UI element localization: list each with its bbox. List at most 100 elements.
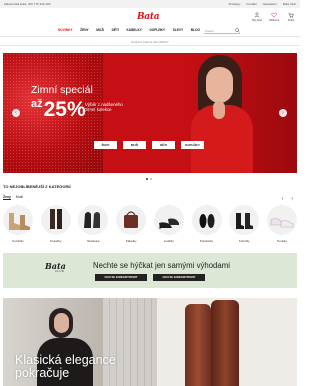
pump-icon [158, 218, 179, 229]
categories-heading: TO NEJOBLÍBENĚJŠÍ Z KATEGORIÍ [3, 184, 71, 189]
club-headline: Nechte se hýčkat jen samými výhodami [93, 261, 230, 270]
promo-model-face [54, 313, 69, 333]
tall-boot-icon [49, 209, 62, 229]
nav-item-new[interactable]: NOVINKY [58, 26, 73, 35]
chevron-right-icon[interactable]: › [279, 109, 287, 117]
category-label: Kotníkly [238, 239, 250, 243]
category-list: Kotníčky Kozačky Rukavice Kabelky Lodičk… [3, 205, 297, 243]
club-register-button[interactable]: CHCI SE ZAREGISTROVAT [95, 274, 147, 281]
top-bar: Zákaznická linka: 420 770 100 100 Prodej… [0, 0, 300, 8]
club-buttons: CHCI SE ZAREGISTROVAT CHCI SE ZAREGISTRO… [95, 274, 205, 281]
category-thumb [191, 205, 222, 235]
category-item[interactable]: Polobotky [191, 205, 222, 243]
category-item[interactable]: Kabelky [116, 205, 147, 243]
hero-discount: až25% [31, 98, 86, 122]
brown-boot [185, 304, 211, 386]
hotline-text: Zákaznická linka: 420 770 100 100 [4, 2, 51, 6]
bata-logo[interactable]: Bata [137, 12, 160, 22]
classic-elegance-banner[interactable]: Klasická elegance pokračuje [3, 298, 297, 386]
carousel-dot[interactable] [146, 178, 148, 180]
shipping-banner[interactable]: Doprava zdarma nad 1499 Kč [0, 36, 300, 46]
cart-icon [288, 12, 294, 18]
top-link-contact[interactable]: Kontakt [246, 0, 256, 8]
promo-title: Klasická elegance pokračuje [15, 353, 116, 380]
nav-item-men[interactable]: MUŽI [96, 26, 104, 35]
top-link-stores[interactable]: Prodejny [229, 0, 241, 8]
category-item[interactable]: Kozačky [40, 205, 71, 243]
ankle-boot-icon [9, 213, 30, 230]
search-placeholder: Hledat [205, 28, 214, 33]
hero-button-men[interactable]: MUŽI [123, 141, 146, 149]
club-register-button-2[interactable]: CHCI SE ZAREGISTROVAT [153, 274, 205, 281]
category-label: Kabelky [125, 239, 137, 243]
carousel-dot[interactable] [150, 178, 152, 180]
shoe-icon [199, 214, 215, 228]
category-item[interactable]: Kotníkly [229, 205, 260, 243]
tab-men[interactable]: Muži [16, 195, 23, 199]
user-icon [254, 12, 260, 18]
account-button[interactable]: Můj účet [251, 12, 263, 22]
category-item[interactable]: Lodičky [153, 205, 184, 243]
category-label: Kozačky [50, 239, 62, 243]
category-thumb [3, 205, 33, 235]
category-arrows: ‹ › [282, 196, 293, 202]
header-icons: Můj účet Oblíbené Košík [251, 12, 297, 22]
hero-discount-value: 25% [43, 98, 86, 121]
category-thumb [78, 205, 109, 235]
nav-item-sale[interactable]: SLEVY [173, 26, 183, 35]
top-links: Prodejny Kontakt Newsletter Bata Club [229, 0, 296, 8]
category-thumb [40, 205, 71, 235]
cart-button[interactable]: Košík [285, 12, 297, 22]
chevron-right-icon[interactable]: › [291, 196, 293, 202]
category-item[interactable]: Kotníčky [3, 205, 33, 243]
chelsea-boot-icon [236, 213, 254, 229]
hero-subtitle: Výběr z nadšeného zimní kolekce [85, 102, 123, 113]
category-label: Polobotky [199, 239, 214, 243]
account-label: Můj účet [252, 19, 262, 22]
search-icon[interactable] [235, 28, 240, 33]
hero-button-women[interactable]: ŽENY [94, 141, 117, 149]
category-label: Kotníčky [12, 239, 24, 243]
top-link-newsletter[interactable]: Newsletter [263, 0, 277, 8]
category-thumb [116, 205, 147, 235]
sneaker-icon [270, 218, 294, 228]
gloves-icon [84, 212, 101, 228]
hero-buttons: ŽENY MUŽI DĚTI DOPLŇKY [94, 141, 204, 149]
carousel-dots [146, 178, 152, 180]
handbag-icon [124, 211, 139, 228]
nav-item-bags[interactable]: KABELKY [126, 26, 141, 35]
search-input[interactable]: Hledat [204, 28, 240, 34]
model-hand [213, 101, 225, 119]
tab-women[interactable]: Ženy [3, 195, 11, 199]
category-label: Rukavice [87, 239, 100, 243]
hero-title: Zimní speciál [31, 84, 93, 96]
top-link-club[interactable]: Bata Club [283, 0, 296, 8]
cart-label: Košík [287, 19, 295, 22]
nav-item-kids[interactable]: DĚTI [112, 26, 119, 35]
nav-item-women[interactable]: ŽENY [80, 26, 89, 35]
brown-boot [211, 300, 239, 386]
category-thumb [266, 205, 297, 235]
category-item[interactable]: Rukavice [78, 205, 109, 243]
gender-tabs: Ženy Muži [3, 195, 23, 199]
category-thumb [229, 205, 260, 235]
nav-item-blog[interactable]: BLOG [191, 26, 200, 35]
bata-club-banner: Bata CLUB Nechte se hýčkat jen samými vý… [3, 253, 297, 288]
wishlist-label: Oblíbené [268, 19, 280, 22]
chevron-left-icon[interactable]: ‹ [12, 109, 20, 117]
category-label: Lodičky [163, 239, 174, 243]
nav-item-accessories[interactable]: DOPLŇKY [150, 26, 166, 35]
hero-discount-prefix: až [31, 98, 43, 110]
hero-banner[interactable]: Zimní speciál až25% Výběr z nadšeného zi… [3, 53, 297, 173]
category-item[interactable]: Tenisky [266, 205, 297, 243]
category-thumb [153, 205, 184, 235]
chevron-left-icon[interactable]: ‹ [282, 196, 284, 202]
model-face [206, 67, 233, 103]
bata-club-logo-sub: CLUB [55, 270, 65, 273]
heart-icon [271, 12, 277, 18]
hero-button-kids[interactable]: DĚTI [152, 141, 175, 149]
main-nav: NOVINKY ŽENY MUŽI DĚTI KABELKY DOPLŇKY S… [0, 26, 300, 35]
category-label: Tenisky [276, 239, 287, 243]
wishlist-button[interactable]: Oblíbené [268, 12, 280, 22]
hero-button-accessories[interactable]: DOPLŇKY [181, 141, 204, 149]
